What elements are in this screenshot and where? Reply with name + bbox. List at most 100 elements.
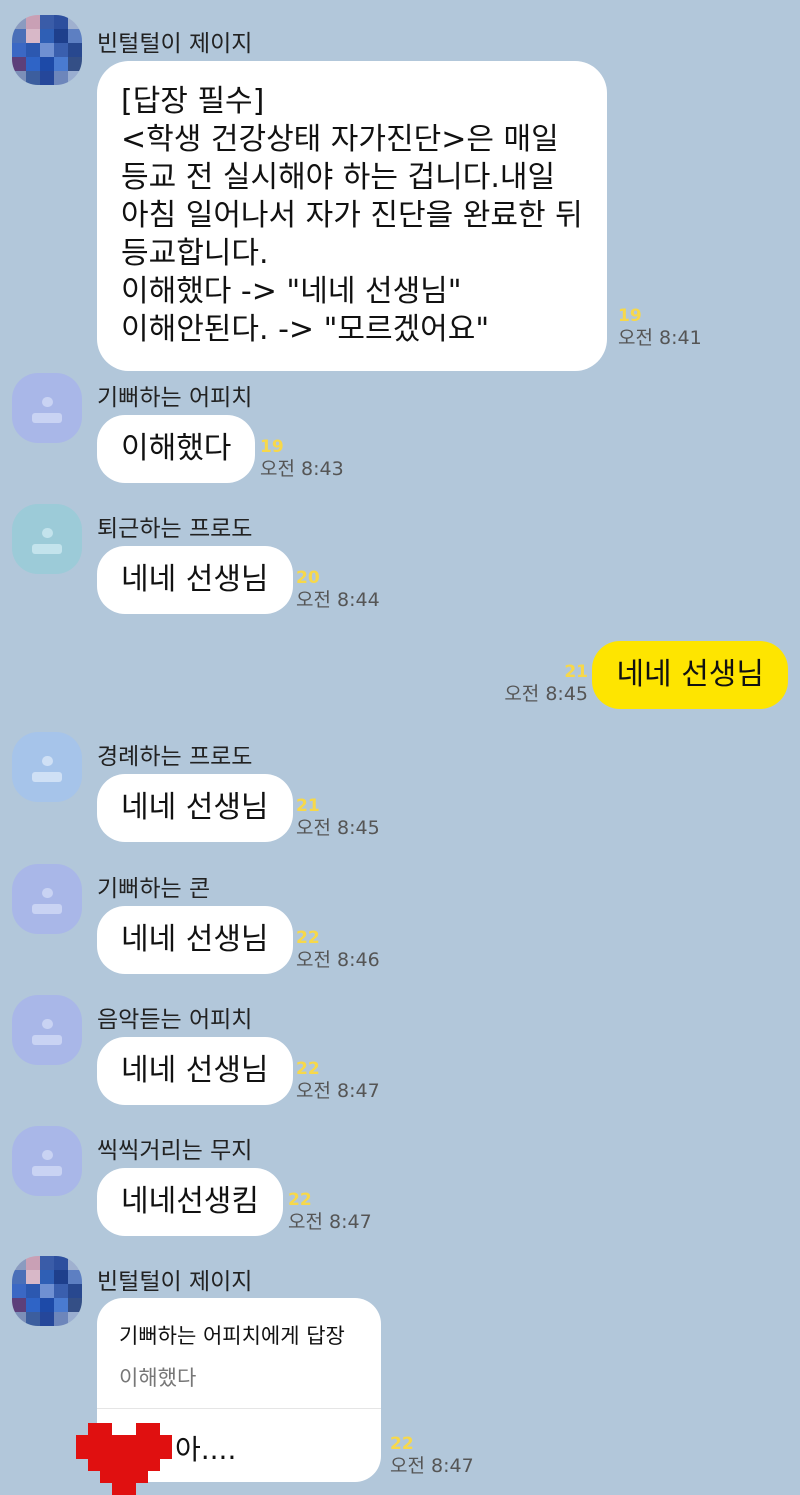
heart-pixel [112, 1435, 124, 1447]
message-bubble[interactable]: 네네 선생님 [97, 774, 293, 842]
unread-count: 19 [260, 437, 284, 457]
mosaic-pixel [68, 43, 82, 57]
avatar[interactable] [12, 1256, 82, 1326]
unread-count: 22 [288, 1190, 312, 1210]
message-bubble[interactable]: 네네 선생님 [97, 1037, 293, 1105]
avatar[interactable] [12, 1126, 82, 1196]
heart-pixel [100, 1483, 112, 1495]
person-placeholder-body [32, 1035, 62, 1045]
unread-count: 22 [390, 1434, 414, 1454]
heart-pixel [148, 1471, 160, 1483]
unread-count: 21 [564, 662, 588, 682]
mosaic-pixel [54, 1284, 68, 1298]
message-meta: 22 오전 8:47 [288, 1190, 372, 1234]
person-placeholder-body [32, 1166, 62, 1176]
sender-name: 씩씩거리는 무지 [97, 1138, 253, 1164]
timestamp: 오전 8:43 [260, 458, 344, 480]
heart-pixel [124, 1459, 136, 1471]
heart-pixel [136, 1423, 148, 1435]
sender-name: 빈털털이 제이지 [97, 1269, 253, 1295]
mosaic-pixel [54, 1256, 68, 1270]
mosaic-pixel [40, 57, 54, 71]
person-placeholder-body [32, 904, 62, 914]
message-meta: 22 오전 8:47 [390, 1434, 474, 1478]
mosaic-pixel [12, 57, 26, 71]
message-meta: 22 오전 8:46 [296, 928, 380, 972]
heart-pixel [124, 1471, 136, 1483]
heart-pixel [136, 1483, 148, 1495]
avatar[interactable] [12, 15, 82, 85]
quoted-message: 이해했다 [119, 1366, 197, 1390]
heart-pixel [112, 1483, 124, 1495]
message-meta: 20 오전 8:44 [296, 568, 380, 612]
mosaic-pixel [26, 43, 40, 57]
message-bubble[interactable]: 네네 선생님 [97, 546, 293, 614]
mosaic-pixel [68, 1298, 82, 1312]
person-placeholder-icon [42, 1150, 53, 1160]
mosaic-pixel [12, 1312, 26, 1326]
message-bubble[interactable]: 네네선생킴 [97, 1168, 283, 1236]
heart-pixel [76, 1471, 88, 1483]
message-meta: 19 오전 8:43 [260, 437, 344, 481]
reply-target: 기뻐하는 어피치에게 답장 [119, 1324, 345, 1348]
mosaic-pixel [12, 1256, 26, 1270]
unread-count: 22 [296, 928, 320, 948]
reply-header[interactable]: 기뻐하는 어피치에게 답장 이해했다 [97, 1298, 381, 1392]
avatar[interactable] [12, 864, 82, 934]
message-meta: 21 오전 8:45 [296, 796, 380, 840]
mosaic-pixel [40, 1298, 54, 1312]
mosaic-pixel [68, 1256, 82, 1270]
heart-pixel [100, 1459, 112, 1471]
message-bubble[interactable]: 네네 선생님 [97, 906, 293, 974]
message-bubble[interactable]: 이해했다 [97, 415, 256, 483]
timestamp: 오전 8:45 [296, 817, 380, 839]
mosaic-pixel [54, 1312, 68, 1326]
avatar[interactable] [12, 732, 82, 802]
heart-pixel [124, 1435, 136, 1447]
person-placeholder-icon [42, 756, 53, 766]
heart-pixel [88, 1471, 100, 1483]
heart-pixel [100, 1423, 112, 1435]
heart-pixel [148, 1483, 160, 1495]
timestamp: 오전 8:47 [390, 1455, 474, 1477]
my-message-bubble[interactable]: 네네 선생님 [592, 641, 788, 709]
heart-pixel [160, 1447, 172, 1459]
avatar[interactable] [12, 995, 82, 1065]
sender-name: 퇴근하는 프로도 [97, 516, 253, 542]
heart-pixel [136, 1471, 148, 1483]
message-line: 아침 일어나서 자가 진단을 완료한 뒤 [121, 198, 583, 233]
mosaic-pixel [12, 71, 26, 85]
mosaic-pixel [26, 1312, 40, 1326]
sender-name: 기뻐하는 콘 [97, 876, 211, 902]
message-text: 아.... [175, 1433, 237, 1466]
heart-pixel [124, 1423, 136, 1435]
sender-name: 음악듣는 어피치 [97, 1007, 253, 1033]
message-line: <학생 건강상태 자가진단>은 매일 [121, 122, 559, 157]
avatar[interactable] [12, 373, 82, 443]
heart-pixel [100, 1435, 112, 1447]
timestamp: 오전 8:47 [296, 1080, 380, 1102]
heart-pixel [100, 1447, 112, 1459]
mosaic-pixel [68, 1270, 82, 1284]
pixel-heart-icon [76, 1423, 172, 1495]
heart-pixel [88, 1459, 100, 1471]
heart-pixel [112, 1423, 124, 1435]
avatar[interactable] [12, 504, 82, 574]
person-placeholder-icon [42, 397, 53, 407]
mosaic-pixel [40, 29, 54, 43]
heart-pixel [160, 1459, 172, 1471]
mosaic-pixel [68, 1284, 82, 1298]
heart-pixel [88, 1435, 100, 1447]
mosaic-pixel [26, 1284, 40, 1298]
heart-pixel [112, 1447, 124, 1459]
message-line: 이해했다 -> "네네 선생님" [121, 274, 462, 309]
mosaic-pixel [26, 1298, 40, 1312]
message-bubble[interactable]: [답장 필수] <학생 건강상태 자가진단>은 매일 등교 전 실시해야 하는 … [97, 61, 607, 371]
person-placeholder-icon [42, 528, 53, 538]
heart-pixel [148, 1447, 160, 1459]
mosaic-pixel [26, 1270, 40, 1284]
heart-pixel [76, 1447, 88, 1459]
heart-pixel [160, 1435, 172, 1447]
mosaic-pixel [54, 43, 68, 57]
mosaic-pixel [40, 1256, 54, 1270]
